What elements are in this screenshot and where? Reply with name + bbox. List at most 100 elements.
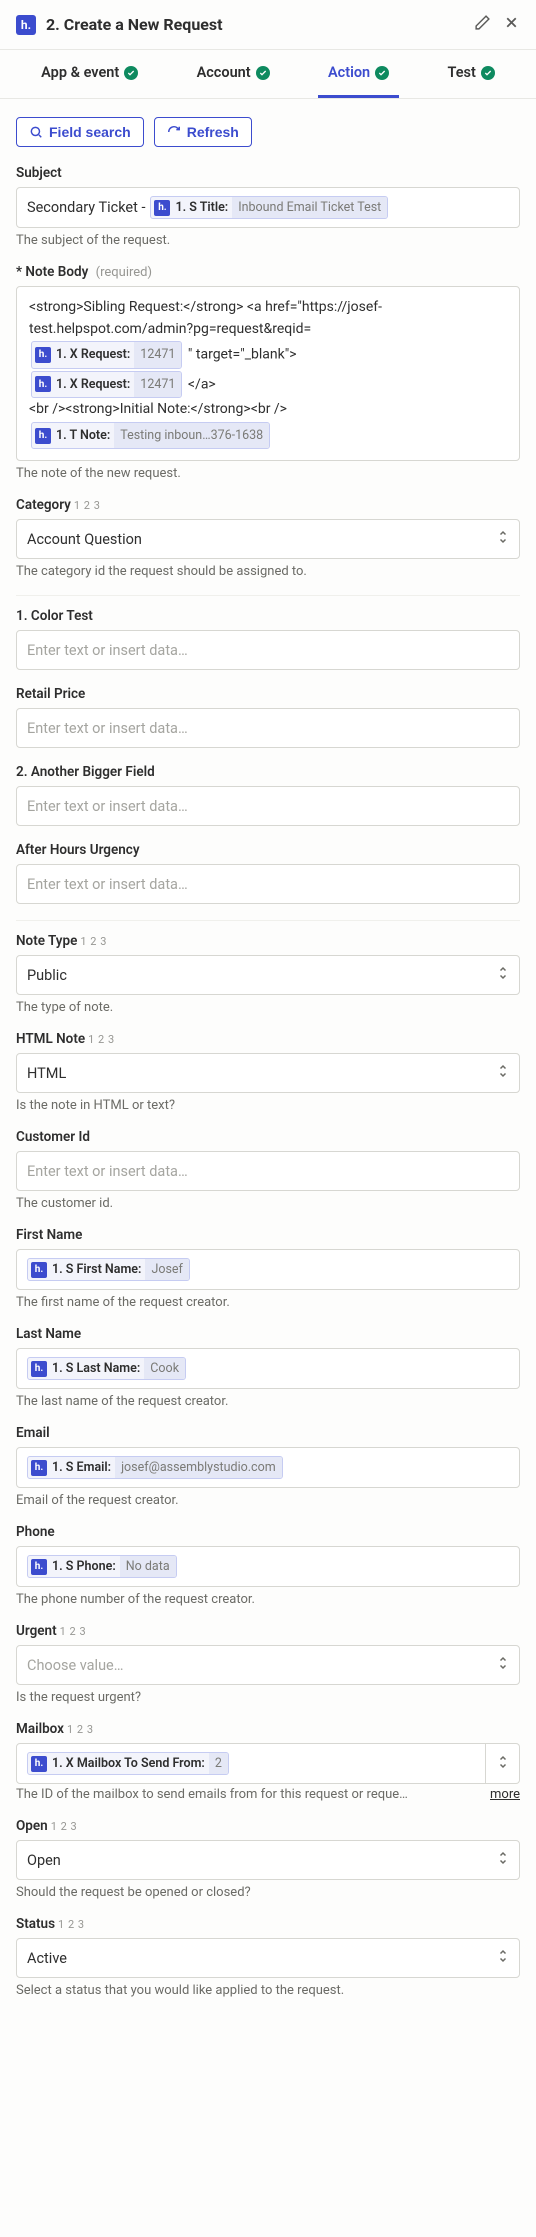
field-subject: Subject Secondary Ticket - h.1. S Title:… [16,165,520,248]
field-label: Status1 2 3 [16,1916,520,1932]
check-icon [124,66,138,80]
select-value: Active [27,1950,67,1967]
field-label: Urgent1 2 3 [16,1623,520,1639]
field-help: The note of the new request. [16,466,520,481]
field-help: The customer id. [16,1196,520,1211]
placeholder-text: Enter text or insert data… [27,720,188,737]
status-select[interactable]: Active [16,1938,520,1978]
urgent-select[interactable]: Choose value… [16,1645,520,1685]
open-select[interactable]: Open [16,1840,520,1880]
field-mailbox: Mailbox1 2 3 h.1. X Mailbox To Send From… [16,1721,520,1802]
field-after-hours: After Hours Urgency Enter text or insert… [16,842,520,904]
pill-icon: h. [35,347,51,363]
placeholder-text: Enter text or insert data… [27,1163,188,1180]
field-label: Note Type1 2 3 [16,933,520,949]
field-label: Mailbox1 2 3 [16,1721,520,1737]
pill-icon: h. [31,1559,47,1575]
bigger-field-input[interactable]: Enter text or insert data… [16,786,520,826]
form: Subject Secondary Ticket - h.1. S Title:… [0,159,536,2038]
html-note-select[interactable]: HTML [16,1053,520,1093]
field-label: After Hours Urgency [16,842,520,858]
chevron-updown-icon [497,1655,509,1675]
pill-key: 1. X Request: [51,342,134,367]
retail-price-input[interactable]: Enter text or insert data… [16,708,520,748]
placeholder-text: Enter text or insert data… [27,876,188,893]
tab-action[interactable]: Action [318,50,399,98]
field-help: Email of the request creator. [16,1493,520,1508]
data-pill[interactable]: h.1. S Email:josef@assemblystudio.com [27,1456,283,1479]
chevron-updown-icon [497,965,509,985]
pill-value: josef@assemblystudio.com [115,1457,282,1478]
pill-key: 1. S First Name: [47,1259,145,1280]
data-pill[interactable]: h.1. T Note:Testing inboun…376-1638 [31,422,270,449]
check-icon [256,66,270,80]
customer-id-input[interactable]: Enter text or insert data… [16,1151,520,1191]
refresh-button[interactable]: Refresh [154,117,252,147]
tab-label: App & event [41,64,119,81]
email-input[interactable]: h.1. S Email:josef@assemblystudio.com [16,1447,520,1488]
tab-label: Test [447,64,475,81]
pill-key: 1. T Note: [51,423,114,448]
close-icon[interactable] [503,14,520,35]
note-type-select[interactable]: Public [16,955,520,995]
field-note-type: Note Type1 2 3 Public The type of note. [16,933,520,1015]
field-help: Should the request be opened or closed? [16,1885,520,1900]
placeholder-text: Enter text or insert data… [27,798,188,815]
category-select[interactable]: Account Question [16,519,520,559]
data-pill[interactable]: h.1. S Phone:No data [27,1555,177,1578]
app-icon: h. [16,15,36,35]
text-fragment: <strong>Sibling Request:</strong> <a hre… [29,299,382,337]
pill-key: 1. S Phone: [47,1556,120,1577]
note-body-input[interactable]: <strong>Sibling Request:</strong> <a hre… [16,286,520,461]
text-fragment: <br /><strong>Initial Note:</strong><br … [29,401,287,417]
select-value: Open [27,1852,61,1869]
pill-icon: h. [154,200,170,216]
field-label: 1. Color Test [16,608,520,624]
text-value: Secondary Ticket - [27,199,145,216]
pill-icon: h. [31,1262,47,1278]
data-pill[interactable]: h.1. X Request:12471 [31,341,182,368]
pill-key: 1. X Mailbox To Send From: [47,1753,209,1774]
field-bigger: 2. Another Bigger Field Enter text or in… [16,764,520,826]
subject-input[interactable]: Secondary Ticket - h.1. S Title:Inbound … [16,187,520,228]
pill-icon: h. [31,1460,47,1476]
field-help: The phone number of the request creator. [16,1592,520,1607]
tab-app-event[interactable]: App & event [31,50,148,98]
data-pill[interactable]: h.1. X Mailbox To Send From:2 [27,1752,229,1775]
field-label: Open1 2 3 [16,1818,520,1834]
last-name-input[interactable]: h.1. S Last Name:Cook [16,1348,520,1389]
more-link[interactable]: more [490,1787,520,1802]
first-name-input[interactable]: h.1. S First Name:Josef [16,1249,520,1290]
data-pill[interactable]: h.1. S Title:Inbound Email Ticket Test [150,196,388,219]
toolbar: Field search Refresh [0,99,536,159]
data-pill[interactable]: h.1. S Last Name:Cook [27,1357,186,1380]
pill-icon: h. [35,428,51,444]
tab-label: Account [197,64,251,81]
text-fragment: </a> [188,376,216,392]
field-note-body: * Note Body (required) <strong>Sibling R… [16,264,520,481]
field-label: Subject [16,165,520,181]
pill-key: 1. S Title: [170,197,232,218]
phone-input[interactable]: h.1. S Phone:No data [16,1546,520,1587]
tab-test[interactable]: Test [437,50,504,98]
field-label: First Name [16,1227,520,1243]
data-pill[interactable]: h.1. X Request:12471 [31,371,182,398]
mailbox-dropdown-button[interactable] [486,1743,520,1784]
chevron-updown-icon [497,1850,509,1870]
data-pill[interactable]: h.1. S First Name:Josef [27,1258,190,1281]
pill-value: No data [120,1556,176,1577]
button-label: Refresh [187,124,239,140]
field-open: Open1 2 3 Open Should the request be ope… [16,1818,520,1900]
after-hours-input[interactable]: Enter text or insert data… [16,864,520,904]
field-email: Email h.1. S Email:josef@assemblystudio.… [16,1425,520,1508]
field-label: * Note Body (required) [16,264,520,280]
select-value: Account Question [27,531,142,548]
placeholder-text: Enter text or insert data… [27,642,188,659]
mailbox-input[interactable]: h.1. X Mailbox To Send From:2 [16,1743,486,1784]
field-search-button[interactable]: Field search [16,117,144,147]
edit-icon[interactable] [474,14,491,35]
tab-account[interactable]: Account [187,50,280,98]
color-test-input[interactable]: Enter text or insert data… [16,630,520,670]
select-value: HTML [27,1065,66,1082]
field-help: The ID of the mailbox to send emails fro… [16,1787,482,1802]
